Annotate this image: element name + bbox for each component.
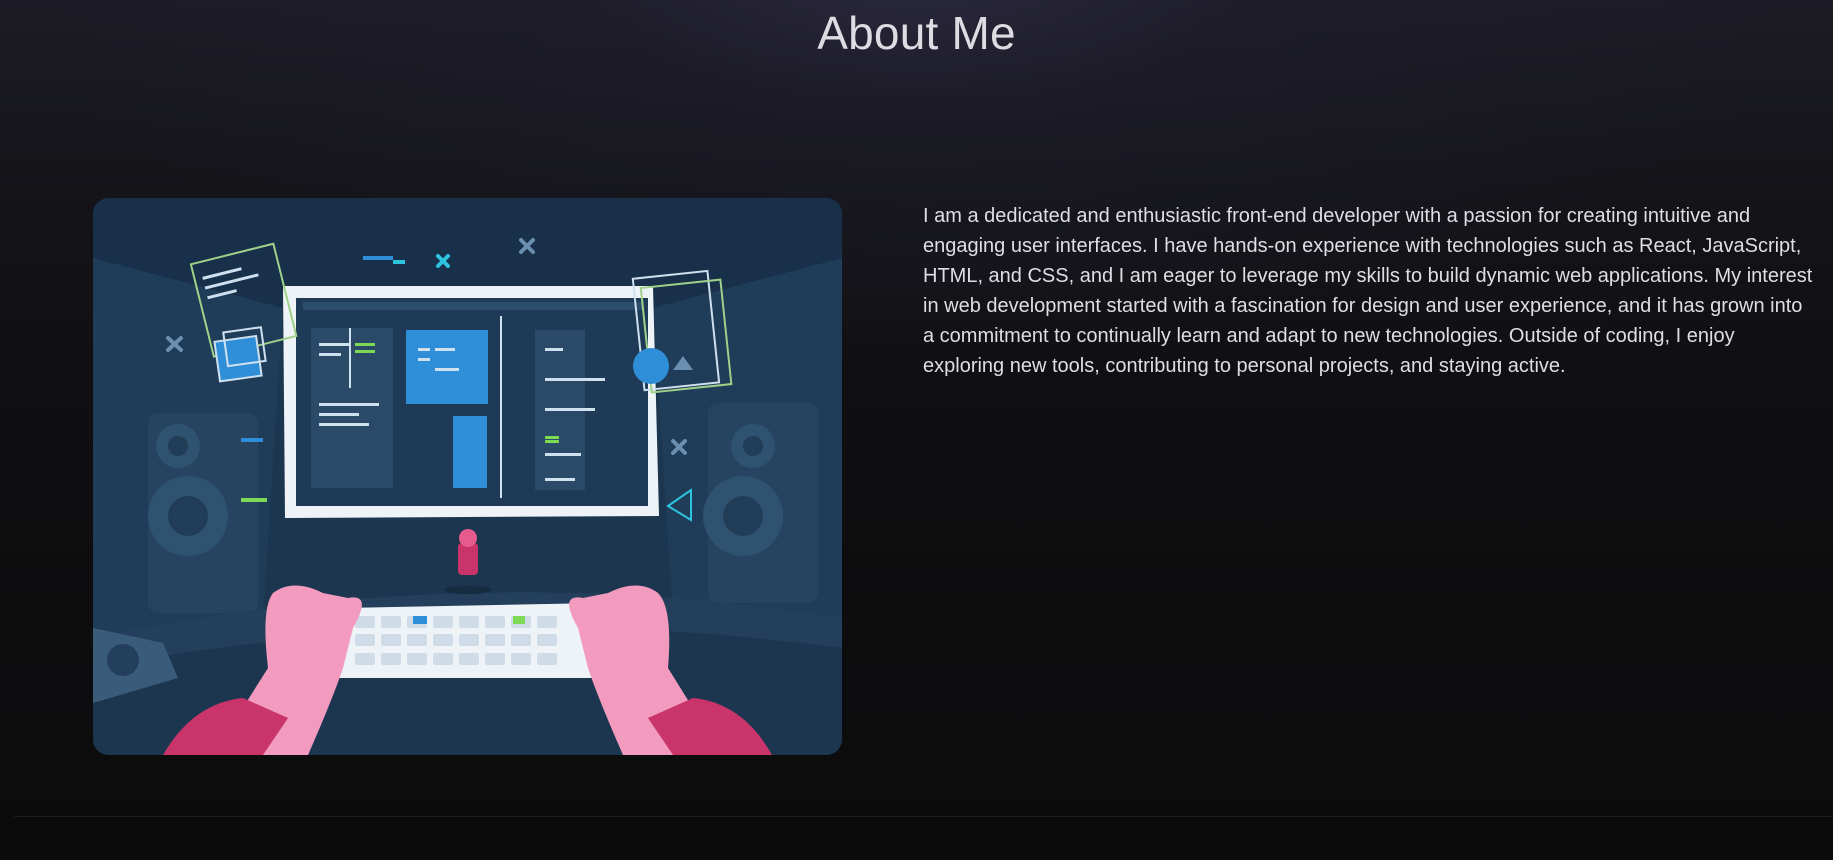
about-paragraph: I am a dedicated and enthusiastic front-…	[923, 205, 1813, 377]
section-divider	[14, 816, 1833, 817]
section-title: About Me	[817, 7, 1016, 59]
about-illustration	[93, 198, 842, 755]
